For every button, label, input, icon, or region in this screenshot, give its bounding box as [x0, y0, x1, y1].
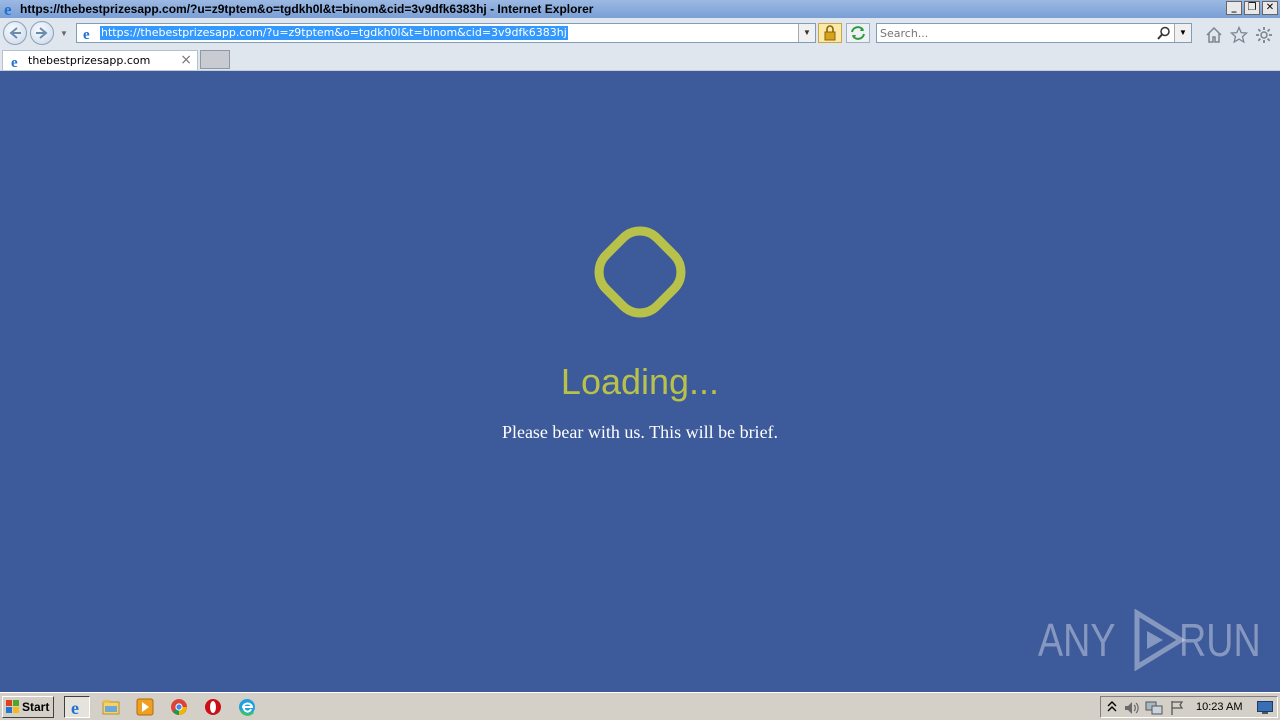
anyrun-watermark: ANY RUN [1038, 609, 1278, 671]
security-lock-button[interactable] [818, 23, 842, 43]
file-explorer-icon [102, 700, 120, 715]
search-box[interactable]: ▼ [876, 23, 1192, 43]
svg-text:e: e [71, 699, 79, 717]
loading-message: Please bear with us. This will be brief. [501, 422, 779, 442]
window-title: https://thebestprizesapp.com/?u=z9tptem&… [20, 2, 594, 16]
network-icon[interactable] [1145, 700, 1163, 716]
show-hidden-icons-icon[interactable] [1107, 700, 1117, 714]
media-player-icon [136, 698, 154, 716]
loading-heading: Loading... [560, 361, 720, 402]
title-bar: e https://thebestprizesapp.com/?u=z9tpte… [0, 0, 1280, 18]
forward-arrow-icon [36, 27, 48, 39]
windows-logo-icon [6, 700, 19, 713]
taskbar-opera[interactable] [200, 696, 226, 718]
search-icon[interactable] [1157, 26, 1171, 40]
system-tray: 10:23 AM [1100, 696, 1278, 718]
watermark-right-text: RUN [1178, 614, 1261, 666]
edge-icon [239, 699, 255, 716]
tab-close-icon[interactable]: × [180, 52, 192, 68]
internet-explorer-icon: e [71, 699, 79, 717]
show-desktop-icon[interactable] [1257, 701, 1273, 714]
settings-gear-icon[interactable] [1255, 26, 1273, 44]
chrome-icon [171, 699, 187, 715]
svg-text:e: e [11, 55, 18, 70]
taskbar: Start e 10:23 AM [0, 692, 1280, 720]
forward-button[interactable] [30, 21, 54, 45]
internet-explorer-icon: e [4, 1, 12, 17]
opera-icon [205, 699, 221, 715]
svg-text:e: e [83, 27, 90, 42]
close-button[interactable]: ✕ [1262, 1, 1278, 15]
history-dropdown-icon[interactable]: ▼ [60, 29, 69, 38]
search-dropdown-icon[interactable]: ▼ [1174, 24, 1191, 42]
home-icon[interactable] [1205, 26, 1223, 44]
tab-favicon-icon: e [11, 55, 18, 70]
play-logo-icon [1134, 609, 1186, 671]
taskbar-file-explorer[interactable] [98, 696, 124, 718]
tab-label: thebestprizesapp.com [28, 54, 151, 67]
action-center-flag-icon[interactable] [1169, 700, 1185, 716]
start-button[interactable]: Start [2, 696, 54, 718]
address-url[interactable]: https://thebestprizesapp.com/?u=z9tptem&… [100, 26, 568, 40]
tab-thebestprizesapp[interactable]: e thebestprizesapp.com × [2, 50, 198, 70]
watermark-left-text: ANY [1038, 614, 1116, 666]
svg-text:e: e [4, 1, 12, 17]
search-input[interactable] [880, 25, 1150, 41]
new-tab-button[interactable] [200, 50, 230, 69]
refresh-icon [851, 26, 865, 40]
minimize-button[interactable]: _ [1226, 1, 1242, 15]
page-content: Loading... Please bear with us. This wil… [0, 71, 1280, 692]
refresh-button[interactable] [846, 23, 870, 43]
taskbar-chrome[interactable] [166, 696, 192, 718]
loading-spinner-icon [594, 226, 686, 318]
volume-icon[interactable] [1123, 700, 1139, 716]
start-label: Start [22, 700, 50, 714]
back-arrow-icon [9, 27, 21, 39]
taskbar-internet-explorer[interactable]: e [64, 696, 90, 718]
favorites-star-icon[interactable] [1230, 26, 1248, 44]
address-dropdown-icon[interactable]: ▼ [798, 24, 815, 42]
tab-bar: e thebestprizesapp.com × [0, 48, 1280, 71]
back-button[interactable] [3, 21, 27, 45]
maximize-button[interactable]: ❐ [1244, 1, 1260, 15]
lock-icon [824, 25, 836, 41]
address-bar[interactable]: e https://thebestprizesapp.com/?u=z9tpte… [76, 23, 816, 43]
taskbar-edge[interactable] [234, 696, 260, 718]
clock[interactable]: 10:23 AM [1196, 701, 1242, 713]
page-favicon-icon: e [83, 27, 90, 42]
taskbar-media-player[interactable] [132, 696, 158, 718]
window-controls: _ ❐ ✕ [1226, 1, 1278, 15]
